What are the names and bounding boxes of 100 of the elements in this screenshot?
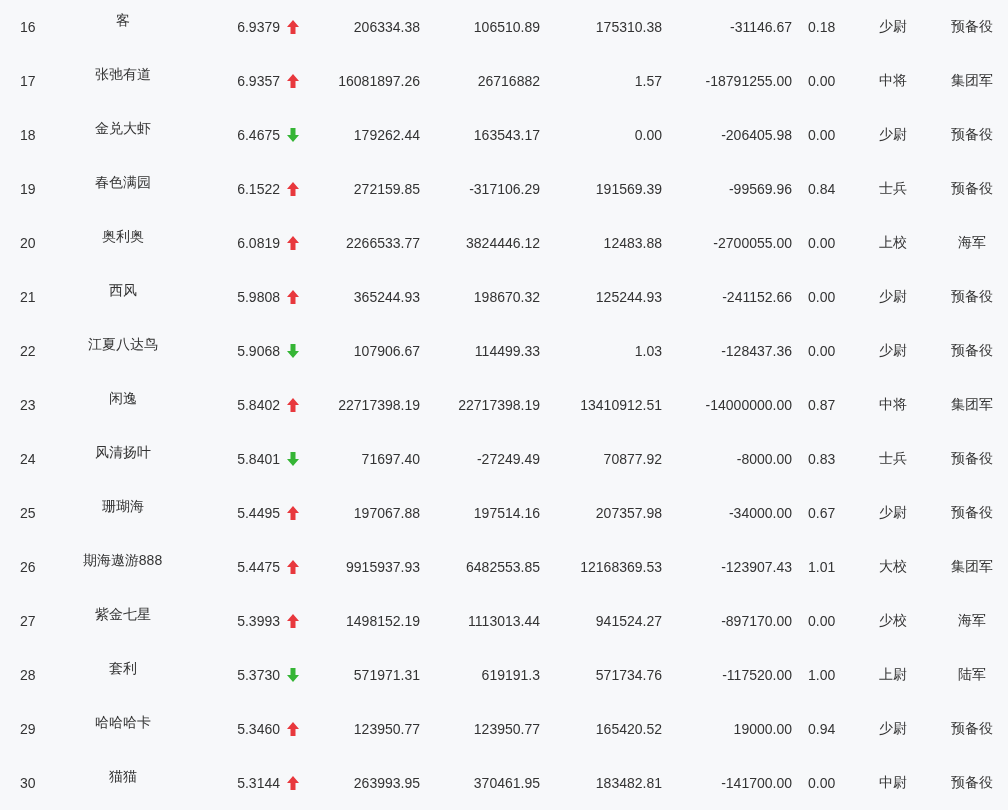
table-cell-text: 16 xyxy=(19,19,36,35)
table-cell-text: 27 xyxy=(19,613,36,629)
table-cell-text: 0.00 xyxy=(807,235,836,251)
table-cell: 西风 xyxy=(108,282,137,300)
table-cell-text: 0.00 xyxy=(807,343,836,359)
table-cell: -14000000.00 xyxy=(705,397,792,413)
table-cell: 张弛有道 xyxy=(94,66,151,84)
table-cell-text: 1.01 xyxy=(807,559,836,575)
table-cell: 123950.77 xyxy=(353,721,420,737)
table-cell: 预备役 xyxy=(950,126,993,144)
table-cell: 0.00 xyxy=(634,127,662,143)
table-cell: 370461.95 xyxy=(473,775,540,791)
table-cell: 272159.85 xyxy=(353,181,420,197)
table-cell-text: 22 xyxy=(19,343,36,359)
table-cell: -141700.00 xyxy=(721,775,792,791)
table-cell: 5.4475 xyxy=(237,559,280,575)
table-cell: 风清扬叶 xyxy=(94,444,151,462)
table-cell: 6.9379 xyxy=(237,19,280,35)
table-cell: 2266533.77 xyxy=(346,235,420,251)
table-cell: 6482553.85 xyxy=(466,559,540,575)
table-cell: 5.9808 xyxy=(237,289,280,305)
table-cell: 集团军 xyxy=(950,396,993,414)
table-cell: 13410912.51 xyxy=(580,397,662,413)
table-cell: 春色满园 xyxy=(94,174,151,192)
table-cell: 6.4675 xyxy=(237,127,280,143)
table-cell: 5.8402 xyxy=(237,397,280,413)
table-cell: 5.3730 xyxy=(237,667,280,683)
table-cell: 5.9068 xyxy=(237,343,280,359)
table-cell: 175310.38 xyxy=(595,19,662,35)
table-cell: 陆军 xyxy=(957,666,986,684)
table-cell: 179262.44 xyxy=(353,127,420,143)
table-cell: 114499.33 xyxy=(474,343,540,359)
table-cell: 163543.17 xyxy=(473,127,540,143)
table-cell: 集团军 xyxy=(950,72,993,90)
table-cell: 少尉 xyxy=(878,720,907,738)
table-cell-text: 28 xyxy=(19,667,36,683)
table-cell-text: 20 xyxy=(19,235,36,251)
table-cell: 16081897.26 xyxy=(338,73,420,89)
table-cell-text: 0.67 xyxy=(807,505,836,521)
table-cell: -99569.96 xyxy=(728,181,792,197)
table-cell: 中将 xyxy=(878,396,907,414)
table-cell-text: 19 xyxy=(19,181,36,197)
table-cell: -206405.98 xyxy=(721,127,792,143)
table-cell: 金兑大虾 xyxy=(94,120,151,138)
table-cell: 191569.39 xyxy=(595,181,662,197)
table-cell-text: 0.00 xyxy=(807,775,836,791)
table-cell-text: 29 xyxy=(19,721,36,737)
table-cell: 6.0819 xyxy=(237,235,280,251)
table-cell: 预备役 xyxy=(950,288,993,306)
table-cell: 3824446.12 xyxy=(466,235,540,251)
table-cell: -317106.29 xyxy=(469,181,540,197)
table-cell-text: 17 xyxy=(19,73,36,89)
table-cell: 预备役 xyxy=(950,450,993,468)
table-cell: 中将 xyxy=(878,72,907,90)
table-cell-text: 24 xyxy=(19,451,36,467)
table-cell-text: 0.00 xyxy=(807,127,836,143)
table-cell: 22717398.19 xyxy=(338,397,420,413)
table-cell: 哈哈哈卡 xyxy=(94,714,151,732)
table-cell: 571734.76 xyxy=(595,667,662,683)
table-cell: 183482.81 xyxy=(595,775,662,791)
table-cell: -34000.00 xyxy=(728,505,792,521)
table-cell: 大校 xyxy=(878,558,907,576)
table-cell: -897170.00 xyxy=(721,613,792,629)
table-cell: 1498152.19 xyxy=(346,613,420,629)
table-cell: 22717398.19 xyxy=(458,397,540,413)
table-cell-text: 0.87 xyxy=(807,397,836,413)
table-cell: -117520.00 xyxy=(722,667,792,683)
table-cell: 套利 xyxy=(108,660,137,678)
table-cell: 123950.77 xyxy=(473,721,540,737)
table-cell: -241152.66 xyxy=(722,289,792,305)
table-cell: 预备役 xyxy=(950,774,993,792)
table-cell-text: 1.00 xyxy=(807,667,836,683)
table-cell: 海军 xyxy=(957,612,986,630)
table-cell-text: 0.00 xyxy=(807,613,836,629)
table-cell: 上尉 xyxy=(878,666,907,684)
table-cell-text: 26 xyxy=(19,559,36,575)
table-cell: 少尉 xyxy=(878,18,907,36)
table-cell: 198670.32 xyxy=(473,289,540,305)
table-cell: 1.03 xyxy=(634,343,662,359)
table-cell: 期海遨游888 xyxy=(82,552,163,570)
table-cell: 1113013.44 xyxy=(468,613,540,629)
table-cell: -123907.43 xyxy=(721,559,792,575)
table-cell: 江夏八达鸟 xyxy=(87,336,158,354)
table-cell: 107906.67 xyxy=(353,343,420,359)
table-cell: 941524.27 xyxy=(595,613,662,629)
table-cell: 106510.89 xyxy=(473,19,540,35)
table-cell: 5.3993 xyxy=(237,613,280,629)
table-cell: 中尉 xyxy=(878,774,907,792)
table-cell: 预备役 xyxy=(950,342,993,360)
table-cell: 263993.95 xyxy=(353,775,420,791)
table-cell-text: 30 xyxy=(19,775,36,791)
table-cell: 猫猫 xyxy=(108,768,137,786)
table-cell: 12483.88 xyxy=(603,235,662,251)
table-cell: 海军 xyxy=(957,234,986,252)
table-cell: 士兵 xyxy=(878,450,907,468)
table-cell: 207357.98 xyxy=(595,505,662,521)
table-cell: 紫金七星 xyxy=(94,606,151,624)
table-cell: 集团军 xyxy=(950,558,993,576)
table-cell: -8000.00 xyxy=(736,451,792,467)
table-cell: 1.57 xyxy=(634,73,662,89)
